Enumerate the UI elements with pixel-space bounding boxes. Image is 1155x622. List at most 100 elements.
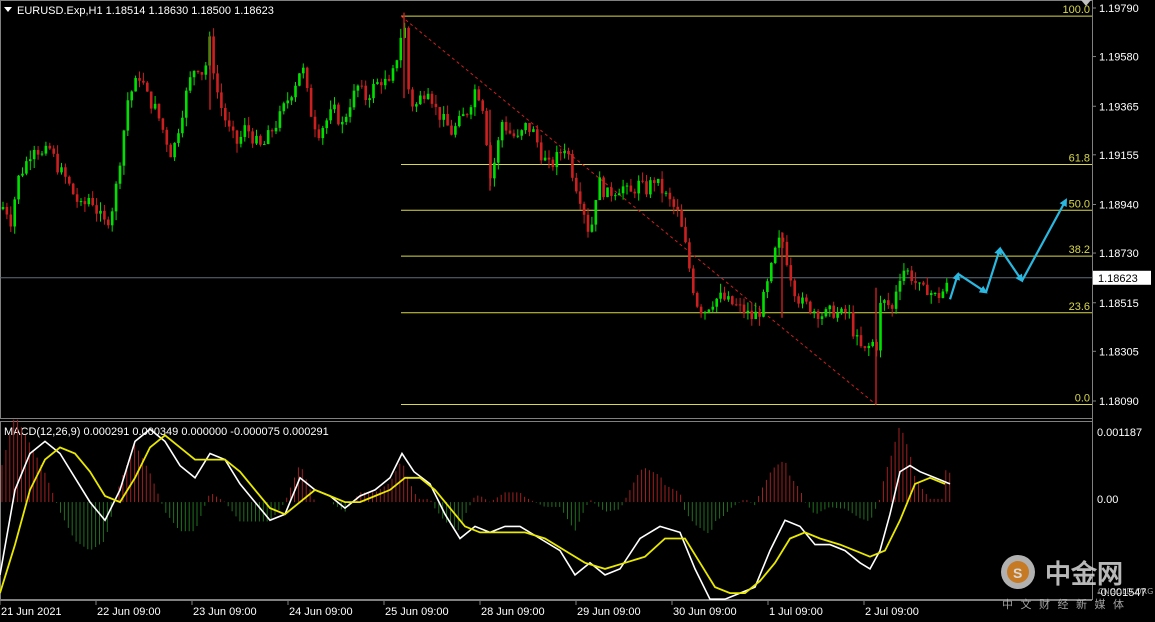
candle-body <box>723 292 726 300</box>
candle-body <box>227 120 231 127</box>
candle-body <box>48 145 52 149</box>
watermark-subtitle: 中 文 财 经 新 媒 体 <box>1002 597 1126 611</box>
fibonacci-retracement[interactable]: 100.0 61.8 50.0 38.2 23.6 0.0 <box>400 4 1092 405</box>
candle-body <box>563 150 566 154</box>
candle-body <box>493 162 496 179</box>
candle-body <box>29 159 32 162</box>
candle-body <box>407 27 410 90</box>
candle-body <box>922 282 925 285</box>
candle-body <box>614 195 617 197</box>
candle-body <box>5 206 9 215</box>
candle-body <box>812 311 816 313</box>
candle-body <box>703 311 707 314</box>
candle-body <box>520 130 523 136</box>
time-tick-label: 28 Jun 09:00 <box>481 606 545 618</box>
candle-body <box>138 78 141 81</box>
candle-body <box>859 335 863 347</box>
candle-body <box>660 178 664 194</box>
candle-body <box>656 178 660 183</box>
candle-body <box>793 280 796 297</box>
projection-arrow[interactable] <box>984 246 1002 293</box>
candle-body <box>906 270 910 272</box>
candle-body <box>110 211 114 226</box>
candle-body <box>60 167 63 173</box>
candle-body <box>785 241 789 266</box>
candle-body <box>508 130 512 134</box>
time-tick-label: 2 Jul 09:00 <box>865 606 919 618</box>
candle-body <box>153 103 157 109</box>
candle-body <box>40 153 44 155</box>
projection-arrow[interactable] <box>1021 198 1067 282</box>
time-tick-label: 25 Jun 09:00 <box>385 606 449 618</box>
signal-line <box>0 434 946 594</box>
candle-body <box>356 85 360 91</box>
candle-body <box>368 98 371 101</box>
candle-body <box>430 93 434 104</box>
candle-body <box>458 116 461 127</box>
candle-body <box>824 309 828 317</box>
candle-body <box>477 89 481 101</box>
candle-body <box>442 113 445 120</box>
candle-body <box>161 118 165 130</box>
price-axis: 1.19790 1.19580 1.19365 1.19155 1.18940 1.187… <box>1092 3 1139 408</box>
fib-level-label: 50.0 <box>1069 198 1090 210</box>
candle-body <box>594 200 598 225</box>
candle-body <box>107 219 110 226</box>
candle-body <box>524 123 527 131</box>
candle-body <box>64 167 67 177</box>
candle-body <box>91 198 94 206</box>
candle-body <box>816 311 820 319</box>
candle-body <box>610 187 613 196</box>
time-tick-label: 30 Jun 09:00 <box>673 606 737 618</box>
projection-arrows[interactable] <box>948 198 1067 300</box>
candle-body <box>801 297 804 304</box>
candle-body <box>1 206 5 210</box>
candle-body <box>863 346 867 349</box>
candle-body <box>372 83 375 99</box>
candle-body <box>844 308 847 313</box>
candle-body <box>711 306 715 310</box>
candle-body <box>274 127 278 132</box>
candle-body <box>364 85 367 101</box>
candle-body <box>25 161 28 174</box>
candle-body <box>239 136 243 144</box>
candle-body <box>454 126 457 135</box>
candle-body <box>504 122 508 131</box>
candle-body <box>177 133 180 143</box>
candle-body <box>481 100 484 111</box>
candle-body <box>699 306 703 314</box>
candle-body <box>17 175 20 200</box>
candle-body <box>44 145 48 154</box>
candle-body <box>727 296 730 300</box>
projection-arrow[interactable] <box>957 272 988 294</box>
candle-body <box>910 270 913 282</box>
candle-body <box>758 311 761 317</box>
candle-body <box>668 192 672 200</box>
candle-body <box>142 80 145 83</box>
candle-body <box>809 301 812 313</box>
candle-body <box>469 107 473 115</box>
candle-body <box>185 90 188 118</box>
candle-body <box>220 92 223 108</box>
candle-body <box>890 305 894 309</box>
candle-body <box>512 133 516 137</box>
trading-chart[interactable]: EURUSD.Exp,H1 1.18514 1.18630 1.18500 1.… <box>0 0 1155 622</box>
candle-body <box>578 191 582 204</box>
candle-body <box>887 300 890 306</box>
candle-body <box>286 100 289 104</box>
candle-body <box>867 345 871 349</box>
fib-level-label: 100.0 <box>1062 4 1090 16</box>
candle-body <box>243 125 247 137</box>
candle-body <box>360 85 364 87</box>
candle-body <box>411 89 414 107</box>
candle-body <box>789 265 793 281</box>
candle-body <box>676 206 679 210</box>
dropdown-triangle-icon[interactable] <box>4 7 12 12</box>
candle-body <box>528 123 531 132</box>
candle-body <box>641 180 644 182</box>
candle-body <box>688 242 691 269</box>
candle-body <box>196 70 200 73</box>
candle-body <box>278 111 282 128</box>
projection-arrow[interactable] <box>999 247 1024 283</box>
symbol-header: EURUSD.Exp,H1 1.18514 1.18630 1.18500 1.… <box>17 5 274 17</box>
